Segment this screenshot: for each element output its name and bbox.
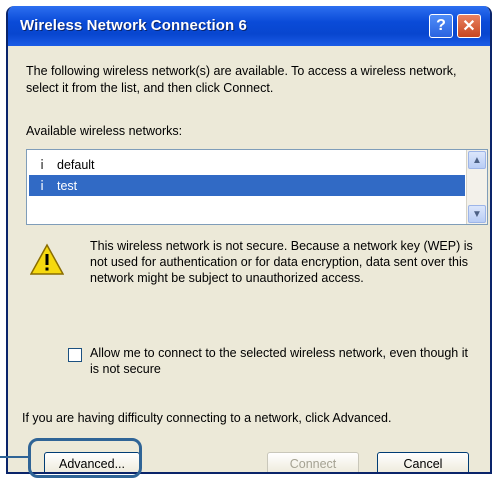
- callout-line: [0, 456, 28, 458]
- title-bar[interactable]: Wireless Network Connection 6 ? ✕: [8, 6, 490, 46]
- difficulty-help-text: If you are having difficulty connecting …: [22, 411, 392, 425]
- close-button[interactable]: ✕: [457, 14, 481, 38]
- allow-insecure-label[interactable]: Allow me to connect to the selected wire…: [90, 345, 470, 377]
- connect-button[interactable]: Connect: [267, 452, 359, 472]
- scroll-down-button[interactable]: ▼: [468, 205, 486, 223]
- dialog-window: Wireless Network Connection 6 ? ✕ The fo…: [6, 6, 492, 474]
- network-name: default: [57, 157, 95, 172]
- antenna-icon: ⅰ: [40, 177, 44, 193]
- security-warning-text: This wireless network is not secure. Bec…: [90, 239, 473, 285]
- close-icon: ✕: [462, 18, 476, 35]
- network-name: test: [57, 178, 78, 193]
- scroll-up-button[interactable]: ▲: [468, 151, 486, 169]
- window-title: Wireless Network Connection 6: [20, 17, 247, 34]
- network-item-test[interactable]: ⅰ test: [29, 175, 465, 196]
- chevron-up-icon: ▲: [472, 154, 482, 166]
- networks-label: Available wireless networks:: [26, 124, 183, 138]
- network-item-default[interactable]: ⅰ default: [29, 154, 465, 175]
- list-scrollbar[interactable]: ▲ ▼: [466, 150, 487, 224]
- allow-insecure-checkbox[interactable]: [68, 348, 82, 362]
- networks-list[interactable]: ⅰ default ⅰ test ▲ ▼: [26, 149, 488, 225]
- question-mark-icon: ?: [436, 17, 446, 34]
- antenna-icon: ⅰ: [40, 156, 44, 172]
- chevron-down-icon: ▼: [472, 208, 482, 220]
- advanced-highlight-box: [28, 438, 142, 478]
- intro-text: The following wireless network(s) are av…: [26, 64, 457, 95]
- warning-icon: [30, 243, 64, 275]
- cancel-button[interactable]: Cancel: [377, 452, 469, 472]
- help-button[interactable]: ?: [429, 14, 453, 38]
